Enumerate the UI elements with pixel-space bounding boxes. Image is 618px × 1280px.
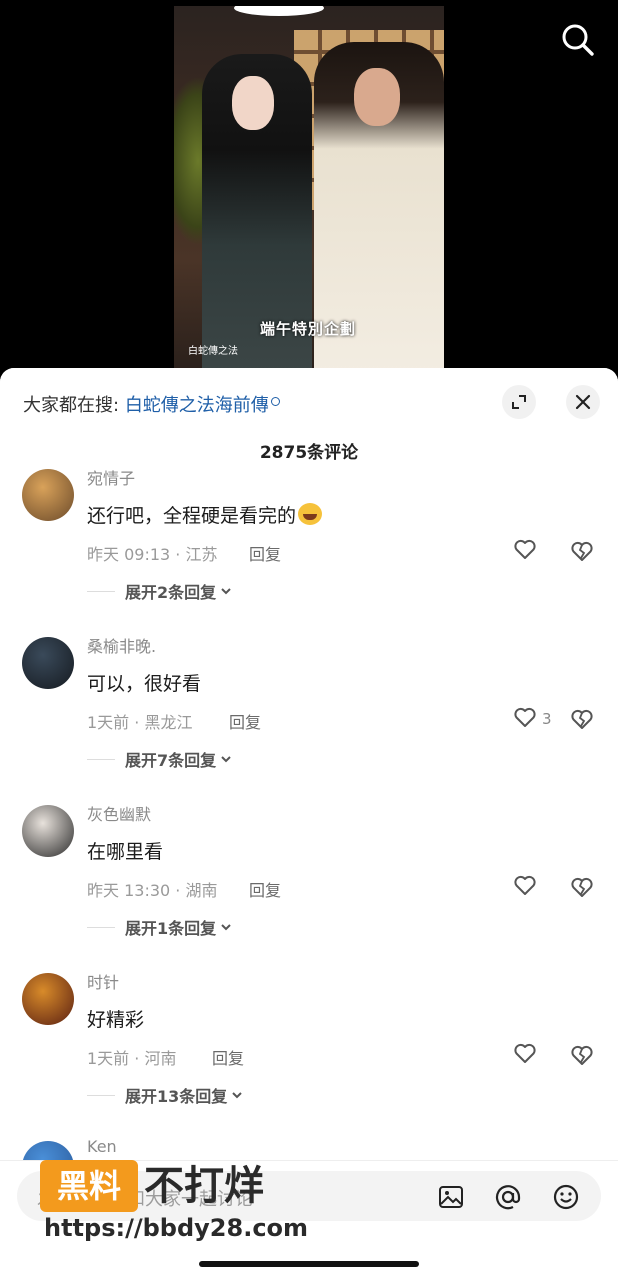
comment-meta: 昨天 09:13 · 江苏 — [87, 545, 218, 564]
broken-heart-icon[interactable] — [569, 538, 595, 564]
comment-item[interactable]: 宛情子还行吧，全程硬是看完的昨天 09:13 · 江苏 回复展开2条回复 — [0, 468, 618, 620]
close-icon[interactable] — [566, 385, 600, 419]
divider — [87, 1094, 115, 1096]
comment-meta: 1天前 · 黑龙江 — [87, 713, 193, 732]
watermark-slogan: 不打烊 — [144, 1163, 264, 1209]
search-suggestion[interactable]: 大家都在搜: 白蛇傳之法海前傳 — [23, 391, 280, 417]
heart-icon — [512, 704, 538, 734]
broken-heart-icon[interactable] — [569, 874, 595, 900]
comment-item[interactable]: 时针好精彩 1天前 · 河南 回复展开13条回复 — [0, 956, 618, 1124]
like-button[interactable] — [512, 874, 538, 900]
comment-meta: 昨天 13:30 · 湖南 — [87, 881, 218, 900]
chevron-down-icon — [221, 924, 231, 931]
comment-location: 江苏 — [185, 545, 218, 564]
avatar[interactable] — [22, 973, 74, 1025]
comment-count: 2875条评论 — [259, 443, 359, 463]
chevron-down-icon — [221, 756, 231, 763]
divider — [87, 758, 115, 760]
expand-replies-button[interactable]: 展开7条回复 — [87, 748, 233, 770]
reply-button[interactable]: 回复 — [249, 541, 281, 565]
broken-heart-icon[interactable] — [569, 1042, 595, 1068]
chevron-down-icon — [221, 588, 231, 595]
reply-button[interactable]: 回复 — [249, 877, 281, 901]
comment-text: 好精彩 — [87, 1009, 145, 1031]
comment-location: 黑龙江 — [144, 713, 193, 732]
comment-text: 在哪里看 — [87, 841, 164, 863]
comment-sheet: 大家都在搜: 白蛇傳之法海前傳 2875条评论 宛情子还行吧，全程硬是看完的昨天… — [0, 368, 618, 1280]
comment-location: 河南 — [144, 1049, 177, 1068]
like-count: 3 — [542, 710, 552, 728]
expand-icon[interactable] — [502, 385, 536, 419]
like-button[interactable]: 3 — [512, 706, 552, 732]
expand-replies-label: 展开1条回复 — [125, 919, 217, 938]
search-icon[interactable] — [558, 20, 598, 60]
avatar[interactable] — [22, 637, 74, 689]
expand-replies-button[interactable]: 展开1条回复 — [87, 916, 233, 938]
search-suggestion-link[interactable]: 白蛇傳之法海前傳 — [125, 395, 269, 416]
comment-time: 1天前 — [87, 713, 130, 732]
expand-replies-label: 展开7条回复 — [125, 751, 217, 770]
video-corner-text: 白蛇傳之法 — [188, 346, 238, 357]
comment-meta: 1天前 · 河南 — [87, 1049, 177, 1068]
video-player[interactable]: 端午特別企劃 白蛇傳之法 — [174, 6, 444, 370]
comment-item[interactable]: 灰色幽默在哪里看昨天 13:30 · 湖南 回复展开1条回复 — [0, 788, 618, 956]
comment-item[interactable]: Ken — [0, 1124, 618, 1164]
like-button[interactable] — [512, 1042, 538, 1068]
comment-username[interactable]: 时针 — [87, 969, 119, 993]
avatar[interactable] — [22, 805, 74, 857]
reply-button[interactable]: 回复 — [212, 1045, 244, 1069]
broken-heart-icon[interactable] — [569, 706, 595, 732]
heart-icon — [512, 536, 538, 566]
divider — [87, 590, 115, 592]
search-suggestion-prefix: 大家都在搜: — [23, 395, 120, 416]
video-caption: 端午特別企劃 — [260, 320, 357, 338]
comment-location: 湖南 — [185, 881, 218, 900]
comment-username[interactable]: 桑榆非晚. — [87, 633, 156, 657]
comment-time: 1天前 — [87, 1049, 130, 1068]
image-icon[interactable] — [437, 1183, 465, 1211]
comment-item[interactable]: 桑榆非晚. 可以，很好看 1天前 · 黑龙江 回复 3 展开7条回复 — [0, 620, 618, 788]
expand-replies-label: 展开13条回复 — [125, 1087, 228, 1106]
comment-time: 昨天 13:30 — [87, 881, 171, 900]
emoji-icon[interactable] — [552, 1183, 580, 1211]
app-screen: 端午特別企劃 白蛇傳之法 大家都在搜: 白蛇傳之法海前傳 2875条评论 宛情子… — [0, 0, 618, 1280]
watermark-url: https://bbdy28.com — [44, 1214, 309, 1242]
comment-username[interactable]: 灰色幽默 — [87, 801, 151, 825]
home-indicator[interactable] — [199, 1261, 419, 1267]
heart-icon — [512, 1040, 538, 1070]
heart-icon — [512, 872, 538, 902]
search-small-icon — [270, 397, 280, 406]
expand-replies-label: 展开2条回复 — [125, 583, 217, 602]
mention-icon[interactable] — [494, 1183, 522, 1211]
expand-replies-button[interactable]: 展开13条回复 — [87, 1084, 244, 1106]
chevron-down-icon — [232, 1092, 242, 1099]
comment-sheet-header: 大家都在搜: 白蛇傳之法海前傳 2875条评论 — [0, 368, 618, 468]
comment-text: 还行吧，全程硬是看完的 — [87, 501, 323, 528]
expand-replies-button[interactable]: 展开2条回复 — [87, 580, 233, 602]
comment-time: 昨天 09:13 — [87, 545, 171, 564]
watermark-badge: 黑料 — [40, 1160, 138, 1212]
comment-username[interactable]: Ken — [87, 1137, 117, 1156]
divider — [87, 926, 115, 928]
laughing-emoji-icon — [298, 503, 323, 525]
reply-button[interactable]: 回复 — [229, 709, 261, 733]
comment-text: 可以，很好看 — [87, 673, 202, 695]
avatar[interactable] — [22, 469, 74, 521]
comment-username[interactable]: 宛情子 — [87, 468, 135, 489]
video-lamp — [234, 6, 324, 16]
comment-list[interactable]: 宛情子 还行吧，全程硬是看完的 昨天 09:13 · 江苏 回复 展开2条回复 桑榆非晚.… — [0, 468, 618, 1164]
like-button[interactable] — [512, 538, 538, 564]
